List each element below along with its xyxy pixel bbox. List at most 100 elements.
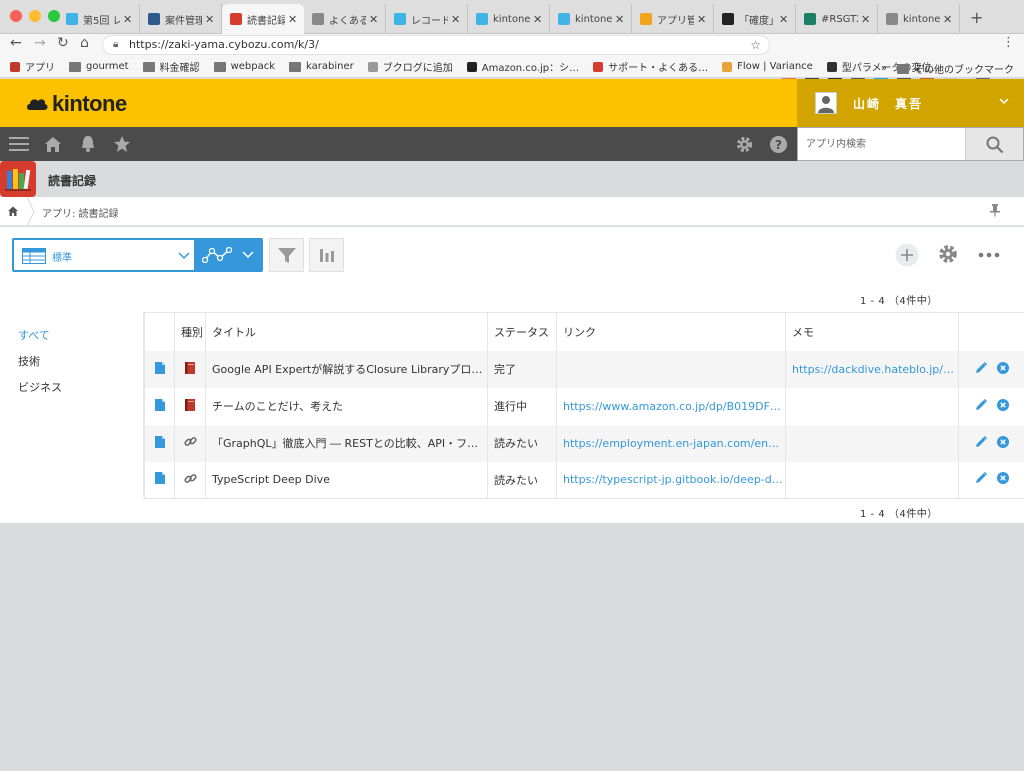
graph-button[interactable] [309,238,344,272]
kintone-logo[interactable]: kintone [26,91,127,117]
browser-tab[interactable]: よくある ✕ [304,4,386,34]
pin-icon[interactable] [989,203,1001,217]
close-tab-icon[interactable]: ✕ [369,13,379,26]
column-header-kind[interactable]: 種別 [174,312,206,351]
browser-tab[interactable]: レコード ✕ [386,4,468,34]
browser-tab-label: 読書記録 [247,15,285,27]
record-detail-link[interactable] [144,424,175,462]
edit-record-button[interactable] [975,398,987,414]
edit-record-button[interactable] [975,472,987,487]
back-icon[interactable]: ← [10,35,22,51]
browser-menu-icon[interactable]: ⋮ [1002,35,1015,50]
link-cell[interactable]: https://www.amazon.co.jp/dp/B019DFS… [556,387,786,425]
table-row[interactable]: TypeScript Deep Dive 読みたい https://typescri… [144,461,1024,499]
delete-record-button[interactable] [996,361,1009,377]
bookmark-item[interactable]: Flow | Variance [722,61,813,72]
record-detail-link[interactable] [144,387,175,425]
reload-icon[interactable]: ↻ [57,35,69,51]
breadcrumb-separator-icon [26,197,35,226]
bookmark-star-icon[interactable]: ☆ [750,36,761,54]
filter-button[interactable] [269,238,304,272]
bookmark-item[interactable]: webpack [213,61,275,72]
bookmark-item[interactable]: アプリ [10,59,55,74]
minimize-window-button[interactable] [29,10,41,22]
close-tab-icon[interactable]: ✕ [779,13,789,26]
close-tab-icon[interactable]: ✕ [205,13,215,26]
delete-circle-icon [996,361,1009,374]
edit-record-button[interactable] [975,435,987,451]
column-header-status[interactable]: ステータス [487,312,557,351]
add-record-icon[interactable] [895,243,919,267]
delete-record-button[interactable] [996,398,1009,414]
title-cell: TypeScript Deep Dive [205,461,488,499]
bookmark-item[interactable]: ブクログに追加 [367,59,453,74]
memo-cell [785,461,959,499]
table-row[interactable]: 「GraphQL」徹底入門 ― RESTとの比較、API・フロ… 読みたい http… [144,424,1024,462]
app-search-input[interactable] [798,128,966,160]
browser-tab[interactable]: 案件管理 ✕ [140,4,222,34]
link-cell[interactable]: https://typescript-jp.gitbook.io/deep-di… [556,461,786,499]
bookmarks-more-button[interactable]: » [881,63,887,74]
favorites-star-icon[interactable] [113,135,131,153]
table-row[interactable]: チームのことだけ、考えた 進行中 https://www.amazon.co.jp/… [144,387,1024,425]
browser-tab-bar: 第5回 レ ✕ 案件管理 ✕ 読書記録 ✕ よくある ✕ レコード ✕ kintone ✕ kinton… [0,0,1024,34]
portal-home-icon[interactable] [44,135,62,153]
other-bookmarks-link[interactable]: その他のブックマーク [914,61,1014,76]
bookmark-item[interactable]: 料金確認 [142,59,200,74]
hamburger-menu-icon[interactable] [9,135,29,153]
view-selector-dropdown[interactable]: 標準 [12,238,196,272]
more-options-icon[interactable] [978,251,1000,259]
record-detail-link[interactable] [144,350,175,388]
app-books-icon[interactable] [0,161,36,197]
new-tab-button[interactable]: + [970,8,983,27]
browser-tab[interactable]: 第5回 レ ✕ [58,4,140,34]
browser-tab[interactable]: 読書記録 ✕ [222,4,304,34]
bookmark-item[interactable]: サポート・よくある… [593,59,708,74]
bookmark-item[interactable]: karabiner [289,61,354,72]
record-detail-link[interactable] [144,461,175,499]
close-tab-icon[interactable]: ✕ [861,13,871,26]
link-cell[interactable]: https://employment.en-japan.com/engi… [556,424,786,462]
close-tab-icon[interactable]: ✕ [615,13,625,26]
settings-gear-icon[interactable] [735,135,754,154]
browser-tab[interactable]: 「確度」 ✕ [714,4,796,34]
browser-tab[interactable]: kintone ✕ [468,4,550,34]
column-header-link[interactable]: リンク [556,312,786,351]
user-menu[interactable]: 山崎 真吾 [797,79,1024,127]
delete-record-button[interactable] [996,435,1009,451]
app-settings-gear-icon[interactable] [937,243,959,265]
close-tab-icon[interactable]: ✕ [533,13,543,26]
close-tab-icon[interactable]: ✕ [697,13,707,26]
breadcrumb-home-icon[interactable] [7,205,19,217]
home-icon[interactable]: ⌂ [80,35,89,51]
browser-tab[interactable]: #RSGT2✕ [796,4,878,34]
close-window-button[interactable] [10,10,22,22]
forward-icon[interactable]: → [34,35,46,51]
bookmark-item[interactable]: gourmet [69,61,129,72]
kintone-app-icon [148,13,160,25]
close-tab-icon[interactable]: ✕ [123,13,133,26]
breadcrumb-app-link[interactable]: アプリ: 読書記録 [42,205,119,220]
sj-icon [804,13,816,25]
graph-view-dropdown[interactable] [196,238,263,272]
column-header-title[interactable]: タイトル [205,312,488,351]
help-icon[interactable]: ? [769,135,788,154]
browser-tab[interactable]: kintone ✕ [550,4,632,34]
close-tab-icon[interactable]: ✕ [451,13,461,26]
browser-tab[interactable]: kintone ✕ [878,4,960,34]
delete-record-button[interactable] [996,472,1009,487]
browser-tab[interactable]: アプリ管 ✕ [632,4,714,34]
column-header-memo[interactable]: メモ [785,312,959,351]
close-tab-icon[interactable]: ✕ [943,13,953,26]
notification-bell-icon[interactable] [79,135,97,153]
address-bar[interactable]: 🔒︎ https://zaki-yama.cybozu.com/k/3/ ☆ [102,35,770,55]
category-item[interactable]: 技術 [18,353,40,369]
edit-record-button[interactable] [975,361,987,377]
close-tab-icon[interactable]: ✕ [288,13,298,26]
bookmark-item[interactable]: Amazon.co.jp：シ… [466,59,579,74]
search-button[interactable] [965,128,1023,160]
category-item[interactable]: ビジネス [18,379,62,395]
category-item[interactable]: すべて [18,327,50,343]
table-row[interactable]: Google API Expertが解説するClosure Libraryプログ… [144,350,1024,388]
memo-cell[interactable]: https://dackdive.hateblo.jp/e… [785,350,959,388]
